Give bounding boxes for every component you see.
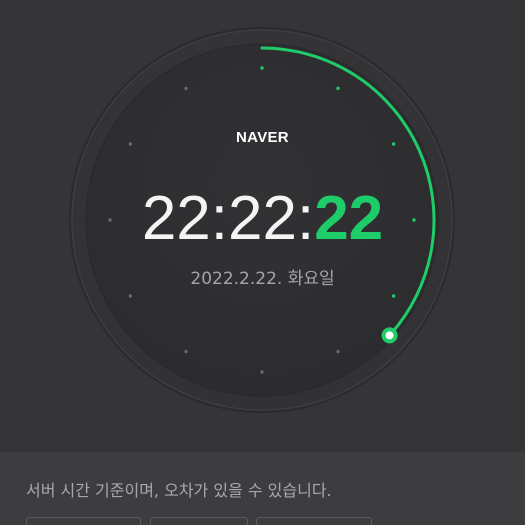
tick-mark <box>336 86 340 91</box>
tick-mark <box>336 349 340 354</box>
time-display: 22:22:22 <box>0 184 525 254</box>
tick-mark <box>260 370 264 374</box>
brand-logo: NAVER <box>236 129 289 146</box>
bottom-button-3[interactable] <box>256 517 372 525</box>
time-seconds: 22 <box>314 184 384 253</box>
tick-mark <box>128 294 133 298</box>
server-time-widget: NAVER 22:22:22 2022.2.22. 화요일 서버 시간 기준이며… <box>0 0 525 525</box>
tick-mark <box>184 349 188 354</box>
tick-mark <box>184 86 188 91</box>
progress-knob-center <box>385 331 394 340</box>
notice-text: 서버 시간 기준이며, 오차가 있을 수 있습니다. <box>26 481 332 500</box>
tick-mark <box>391 294 396 298</box>
clock-panel: NAVER 22:22:22 2022.2.22. 화요일 <box>0 0 525 452</box>
bottom-button-1[interactable] <box>26 517 141 525</box>
date-display: 2022.2.22. 화요일 <box>190 269 335 289</box>
bottom-button-2[interactable] <box>150 517 248 525</box>
time-hours-minutes: 22:22: <box>141 184 315 253</box>
tick-mark <box>260 66 264 70</box>
